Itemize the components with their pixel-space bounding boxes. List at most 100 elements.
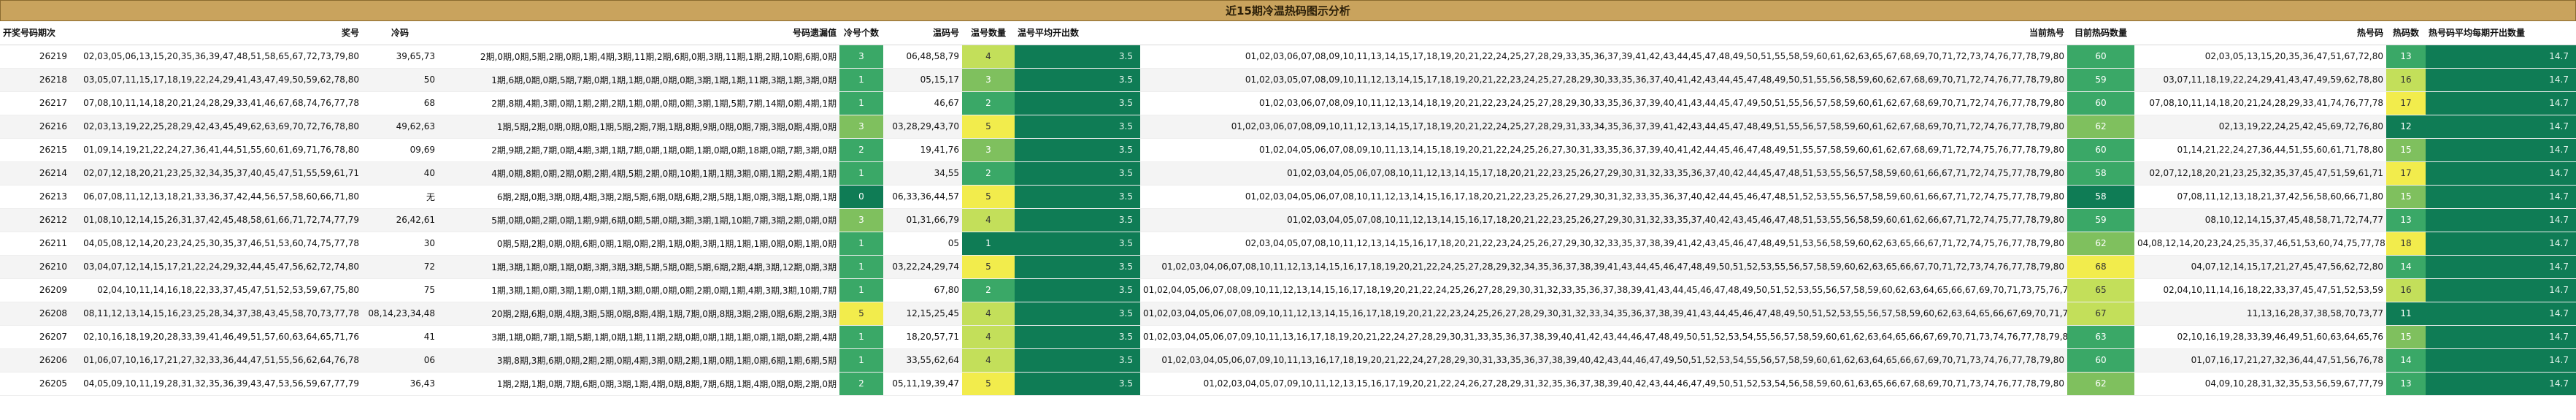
cell-cold-count[interactable]: 1 (839, 91, 883, 115)
cell-cold-count[interactable]: 1 (839, 325, 883, 349)
cell-warm-count[interactable]: 4 (962, 208, 1015, 232)
cell-hot-numbers[interactable]: 08,10,12,14,15,37,45,48,58,71,72,74,77 (2134, 208, 2386, 232)
cell-current-hot-numbers[interactable]: 01,02,03,04,05,06,07,08,09,10,11,12,13,1… (1140, 302, 2067, 326)
table-row[interactable]: 26207 02,10,16,18,19,20,28,33,39,41,46,49… (0, 325, 2576, 349)
cell-winning-numbers[interactable]: 03,05,07,11,15,17,18,19,22,24,29,41,43,4… (70, 68, 362, 92)
cell-cold-numbers[interactable]: 26,42,61 (362, 208, 438, 232)
cell-hot-average[interactable]: 14.7 (2426, 91, 2576, 115)
cell-hot-numbers[interactable]: 04,08,12,14,20,23,24,25,35,37,46,51,53,6… (2134, 232, 2386, 256)
cell-winning-numbers[interactable]: 02,04,10,11,14,16,18,22,33,37,45,47,51,5… (70, 278, 362, 302)
table-row[interactable]: 26216 02,03,13,19,22,25,28,29,42,43,45,49… (0, 115, 2576, 139)
cell-hot-average[interactable]: 14.7 (2426, 348, 2576, 373)
cell-current-hot-numbers[interactable]: 01,02,03,04,06,07,08,10,11,12,13,14,15,1… (1140, 255, 2067, 279)
table-row[interactable]: 26205 04,05,09,10,11,19,28,31,32,35,36,39… (0, 372, 2576, 396)
table-row[interactable]: 26206 01,06,07,10,16,17,21,27,32,33,36,44… (0, 348, 2576, 373)
cell-hot-count[interactable]: 16 (2386, 278, 2426, 302)
cell-cold-count[interactable]: 5 (839, 302, 883, 326)
cell-current-hot-numbers[interactable]: 01,02,03,04,05,06,07,09,10,11,13,16,17,1… (1140, 348, 2067, 373)
cell-warm-average[interactable]: 3.5 (1015, 68, 1140, 92)
cell-current-hot-count[interactable]: 62 (2067, 115, 2134, 139)
cell-warm-average[interactable]: 3.5 (1015, 161, 1140, 186)
cell-hot-average[interactable]: 14.7 (2426, 185, 2576, 209)
cell-period[interactable]: 26206 (0, 348, 70, 373)
cell-warm-count[interactable]: 5 (962, 372, 1015, 396)
cell-hot-numbers[interactable]: 01,14,21,22,24,27,36,44,51,55,60,61,71,7… (2134, 138, 2386, 162)
table-row[interactable]: 26215 01,09,14,19,21,22,24,27,36,41,44,51… (0, 138, 2576, 162)
cell-hot-count[interactable]: 16 (2386, 68, 2426, 92)
cell-winning-numbers[interactable]: 04,05,09,10,11,19,28,31,32,35,36,39,43,4… (70, 372, 362, 396)
cell-hot-numbers[interactable]: 11,13,16,28,37,38,58,70,73,77 (2134, 302, 2386, 326)
cell-hot-average[interactable]: 14.7 (2426, 372, 2576, 396)
col-header-hot-avg[interactable]: 热号码平均每期开出数量 (2426, 21, 2576, 45)
cell-warm-count[interactable]: 2 (962, 278, 1015, 302)
cell-missing-values[interactable]: 1期,2期,1期,0期,7期,6期,0期,3期,1期,4期,0期,8期,7期,6… (438, 372, 839, 396)
cell-missing-values[interactable]: 20期,2期,6期,0期,4期,3期,5期,0期,8期,4期,1期,7期,0期,… (438, 302, 839, 326)
cell-missing-values[interactable]: 1期,6期,0期,0期,5期,7期,0期,1期,1期,0期,0期,0期,3期,1… (438, 68, 839, 92)
cell-current-hot-count[interactable]: 60 (2067, 138, 2134, 162)
cell-cold-count[interactable]: 3 (839, 208, 883, 232)
cell-missing-values[interactable]: 4期,0期,8期,0期,2期,0期,2期,4期,5期,2期,0期,10期,1期,… (438, 161, 839, 186)
cell-hot-numbers[interactable]: 04,07,12,14,15,17,21,27,45,47,56,62,72,8… (2134, 255, 2386, 279)
cell-hot-count[interactable]: 17 (2386, 91, 2426, 115)
cell-warm-count[interactable]: 4 (962, 325, 1015, 349)
cell-current-hot-numbers[interactable]: 01,02,04,05,06,07,08,09,10,11,13,14,15,1… (1140, 138, 2067, 162)
cell-hot-numbers[interactable]: 02,13,19,22,24,25,42,45,69,72,76,80 (2134, 115, 2386, 139)
cell-warm-numbers[interactable]: 01,31,66,79 (883, 208, 962, 232)
cell-missing-values[interactable]: 1期,3期,1期,0期,3期,1期,0期,1期,3期,0期,0期,0期,2期,0… (438, 278, 839, 302)
cell-current-hot-numbers[interactable]: 01,02,03,04,05,07,09,10,11,12,13,15,16,1… (1140, 372, 2067, 396)
cell-missing-values[interactable]: 1期,5期,2期,0期,0期,0期,1期,5期,2期,7期,1期,8期,9期,0… (438, 115, 839, 139)
cell-hot-count[interactable]: 17 (2386, 161, 2426, 186)
cell-cold-numbers[interactable]: 06 (362, 348, 438, 373)
cell-hot-count[interactable]: 12 (2386, 115, 2426, 139)
cell-cold-numbers[interactable]: 无 (362, 185, 438, 209)
cell-missing-values[interactable]: 2期,0期,0期,5期,2期,0期,1期,4期,3期,11期,2期,6期,0期,… (438, 45, 839, 69)
col-header-hot-count-current[interactable]: 目前热码数量 (2067, 21, 2134, 45)
cell-hot-numbers[interactable]: 07,08,10,11,14,18,20,21,24,28,29,33,41,7… (2134, 91, 2386, 115)
cell-period[interactable]: 26211 (0, 232, 70, 256)
cell-period[interactable]: 26208 (0, 302, 70, 326)
cell-current-hot-count[interactable]: 60 (2067, 348, 2134, 373)
cell-hot-numbers[interactable]: 03,07,11,18,19,22,24,29,41,43,47,49,59,6… (2134, 68, 2386, 92)
cell-cold-count[interactable]: 1 (839, 68, 883, 92)
cell-winning-numbers[interactable]: 07,08,10,11,14,18,20,21,24,28,29,33,41,4… (70, 91, 362, 115)
cell-current-hot-count[interactable]: 65 (2067, 278, 2134, 302)
cell-warm-numbers[interactable]: 03,28,29,43,70 (883, 115, 962, 139)
cell-warm-numbers[interactable]: 06,33,36,44,57 (883, 185, 962, 209)
cell-warm-average[interactable]: 3.5 (1015, 45, 1140, 69)
cell-current-hot-count[interactable]: 59 (2067, 68, 2134, 92)
cell-warm-numbers[interactable]: 05,11,19,39,47 (883, 372, 962, 396)
cell-current-hot-count[interactable]: 62 (2067, 372, 2134, 396)
cell-cold-count[interactable]: 1 (839, 232, 883, 256)
cell-period[interactable]: 26218 (0, 68, 70, 92)
cell-warm-count[interactable]: 5 (962, 115, 1015, 139)
cell-current-hot-count[interactable]: 68 (2067, 255, 2134, 279)
cell-cold-numbers[interactable]: 41 (362, 325, 438, 349)
col-header-warm-count[interactable]: 温号数量 (962, 21, 1015, 45)
cell-current-hot-numbers[interactable]: 01,02,03,04,05,07,08,10,11,12,13,14,15,1… (1140, 208, 2067, 232)
cell-missing-values[interactable]: 2期,8期,4期,3期,0期,1期,2期,2期,1期,0期,0期,0期,3期,1… (438, 91, 839, 115)
cell-hot-average[interactable]: 14.7 (2426, 208, 2576, 232)
table-row[interactable]: 26212 01,08,10,12,14,15,26,31,37,42,45,48… (0, 208, 2576, 232)
cell-warm-numbers[interactable]: 67,80 (883, 278, 962, 302)
cell-missing-values[interactable]: 5期,0期,0期,2期,0期,1期,9期,6期,0期,5期,0期,3期,3期,1… (438, 208, 839, 232)
col-header-hot-num[interactable]: 热码数 (2386, 21, 2426, 45)
table-row[interactable]: 26209 02,04,10,11,14,16,18,22,33,37,45,47… (0, 278, 2576, 302)
cell-hot-average[interactable]: 14.7 (2426, 115, 2576, 139)
cell-period[interactable]: 26212 (0, 208, 70, 232)
cell-hot-average[interactable]: 14.7 (2426, 45, 2576, 69)
cell-winning-numbers[interactable]: 01,09,14,19,21,22,24,27,36,41,44,51,55,6… (70, 138, 362, 162)
cell-hot-average[interactable]: 14.7 (2426, 278, 2576, 302)
col-header-missing[interactable]: 号码遗漏值 (438, 21, 839, 45)
cell-current-hot-count[interactable]: 60 (2067, 91, 2134, 115)
cell-cold-count[interactable]: 2 (839, 372, 883, 396)
cell-hot-average[interactable]: 14.7 (2426, 68, 2576, 92)
cell-cold-count[interactable]: 1 (839, 161, 883, 186)
cell-hot-count[interactable]: 13 (2386, 208, 2426, 232)
table-row[interactable]: 26213 06,07,08,11,12,13,18,21,33,36,37,42… (0, 185, 2576, 209)
cell-warm-average[interactable]: 3.5 (1015, 372, 1140, 396)
cell-warm-count[interactable]: 3 (962, 68, 1015, 92)
col-header-warm[interactable]: 温码号 (883, 21, 962, 45)
cell-warm-numbers[interactable]: 34,55 (883, 161, 962, 186)
cell-hot-count[interactable]: 14 (2386, 348, 2426, 373)
cell-hot-average[interactable]: 14.7 (2426, 325, 2576, 349)
